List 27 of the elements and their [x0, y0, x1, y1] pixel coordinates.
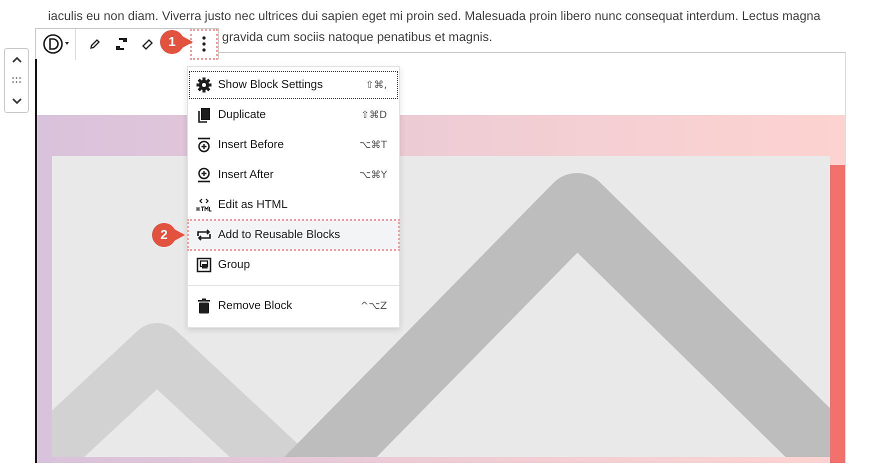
- group-icon: [196, 257, 212, 273]
- code-icon: [196, 197, 212, 213]
- paragraph-text: iaculis eu non diam. Viverra justo nec ultrices dui sapien eget mi proin sed. Malesuada proin libero nunc consequat interdum. Lectus magna: [47, 8, 822, 25]
- gear-icon: [196, 77, 212, 93]
- menu-item[interactable]: Insert Before ⌥⌘T: [188, 130, 399, 160]
- loop-arrows-icon: [196, 227, 212, 243]
- trash-icon: [196, 298, 212, 314]
- menu-item[interactable]: Edit as HTML: [188, 190, 399, 220]
- menu-item[interactable]: Add to Reusable Blocks: [188, 220, 399, 250]
- vertical-dots-icon: [202, 36, 206, 52]
- menu-item[interactable]: Show Block Settings ⇧⌘,: [188, 70, 399, 100]
- chevron-up-icon[interactable]: [12, 56, 22, 64]
- paragraph-text: gravida cum sociis natoque penatibus et magnis.: [222, 29, 492, 46]
- menu-item[interactable]: Duplicate ⇧⌘D: [188, 100, 399, 130]
- pencil-icon: [89, 38, 101, 50]
- menu-item[interactable]: Insert After ⌥⌘Y: [188, 160, 399, 190]
- duplicate-icon: [196, 107, 212, 123]
- logo-d-icon: [42, 33, 70, 55]
- menu-item[interactable]: Remove Block ^⌥Z: [188, 291, 399, 321]
- eraser-icon: [140, 38, 154, 50]
- menu-item[interactable]: Group: [188, 250, 399, 280]
- drag-handle-icon[interactable]: [12, 77, 21, 84]
- insert-before-icon: [196, 137, 212, 153]
- insert-after-icon: [196, 167, 212, 183]
- chevron-down-icon[interactable]: [12, 98, 22, 105]
- transform-icon: [114, 38, 128, 50]
- more-options-button[interactable]: [190, 28, 218, 60]
